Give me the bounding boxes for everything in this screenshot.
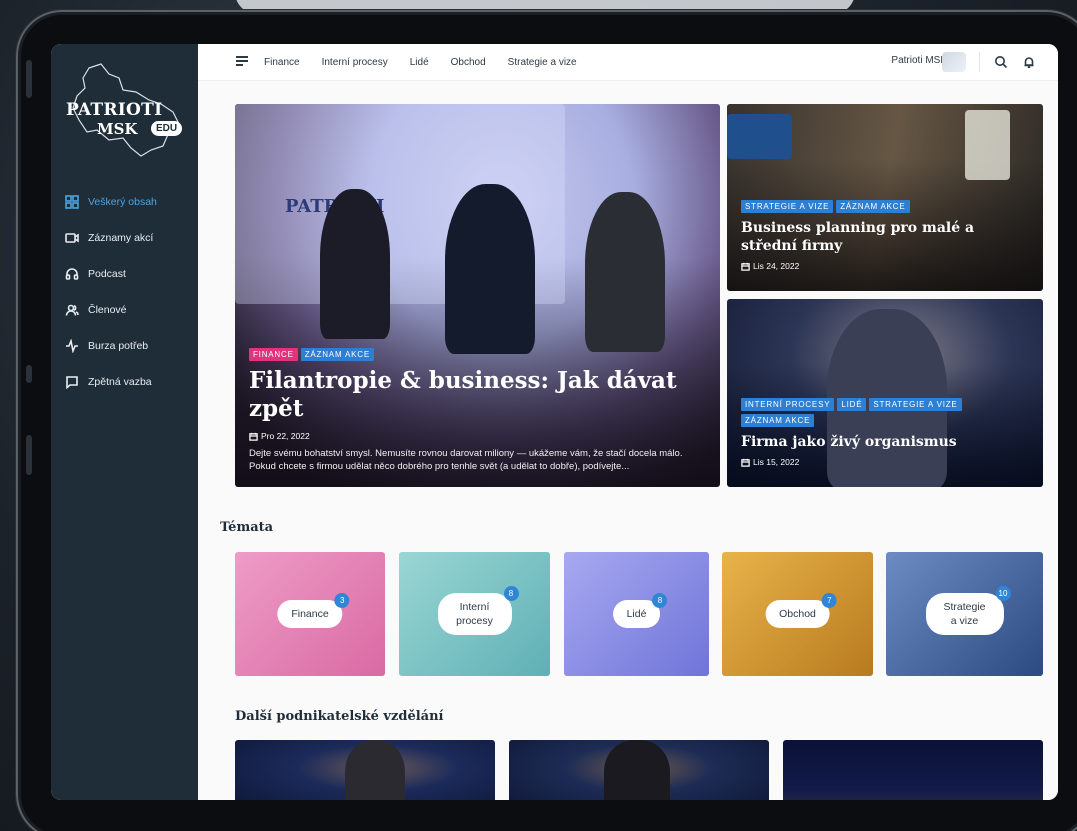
article-date: Pro 22, 2022 (249, 431, 706, 441)
article-title[interactable]: Filantropie & business: Jak dávat zpět (249, 367, 706, 423)
divider (979, 52, 980, 72)
message-icon (65, 375, 79, 389)
sidebar-item-label: Veškerý obsah (88, 196, 157, 208)
speaker-photo (445, 184, 535, 354)
top-bar: Finance Interní procesy Lidé Obchod Stra… (198, 44, 1058, 81)
featured-article-side-2[interactable]: INTERNÍ PROCESY LIDÉ STRATEGIE A VIZE ZÁ… (727, 299, 1043, 487)
featured-article-content: STRATEGIE A VIZE ZÁZNAM AKCE Business pl… (741, 200, 1029, 277)
tag-list: INTERNÍ PROCESY LIDÉ STRATEGIE A VIZE ZÁ… (741, 398, 1029, 427)
sidebar-item-label: Podcast (88, 268, 126, 280)
tag-list: STRATEGIE A VIZE ZÁZNAM AKCE (741, 200, 1029, 213)
topic-card-finance[interactable]: Finance 3 (235, 552, 385, 676)
rollup-banner (965, 110, 1010, 180)
topic-card-strategy[interactable]: Strategie a vize 10 (886, 552, 1043, 676)
further-card-1[interactable] (235, 740, 495, 800)
top-nav-business[interactable]: Obchod (451, 57, 486, 68)
sidebar-item-event-recordings[interactable]: Záznamy akcí (51, 220, 198, 256)
further-card-3[interactable] (783, 740, 1043, 800)
topic-card-business[interactable]: Obchod 7 (722, 552, 873, 676)
grid-icon (65, 195, 79, 209)
sidebar-item-needs-exchange[interactable]: Burza potřeb (51, 328, 198, 364)
top-nav-people[interactable]: Lidé (410, 57, 429, 68)
topic-label: Interní procesy 8 (437, 586, 519, 635)
side-sensor (26, 365, 32, 383)
further-education-heading: Další podnikatelské vzdělání (235, 709, 444, 724)
article-title[interactable]: Firma jako živý organismus (741, 433, 1029, 451)
topic-card-internal-processes[interactable]: Interní procesy 8 (399, 552, 550, 676)
featured-article-content: INTERNÍ PROCESY LIDÉ STRATEGIE A VIZE ZÁ… (741, 398, 1029, 473)
tag-strategy[interactable]: STRATEGIE A VIZE (869, 398, 962, 411)
top-nav-finance[interactable]: Finance (264, 57, 300, 68)
speaker-photo (604, 740, 670, 800)
top-nav: Finance Interní procesy Lidé Obchod Stra… (264, 57, 599, 68)
user-name: Patrioti MSK (891, 55, 947, 66)
tag-event-record[interactable]: ZÁZNAM AKCE (741, 414, 815, 427)
topic-count-badge: 3 (334, 593, 350, 608)
topic-count-badge: 7 (821, 593, 837, 608)
further-card-2[interactable] (509, 740, 769, 800)
calendar-icon (249, 432, 258, 441)
article-excerpt: Dejte svému bohatství smysl. Nemusíte ro… (249, 448, 683, 472)
side-button (26, 435, 32, 475)
featured-article-side-1[interactable]: STRATEGIE A VIZE ZÁZNAM AKCE Business pl… (727, 104, 1043, 291)
main-content: Finance Interní procesy Lidé Obchod Stra… (198, 44, 1058, 800)
topic-card-people[interactable]: Lidé 8 (564, 552, 709, 676)
sidebar-item-label: Členové (88, 304, 127, 316)
users-icon (65, 303, 79, 317)
tag-people[interactable]: LIDÉ (837, 398, 867, 411)
sidebar-item-members[interactable]: Členové (51, 292, 198, 328)
top-nav-strategy[interactable]: Strategie a vize (508, 57, 577, 68)
avatar[interactable] (942, 52, 966, 72)
featured-article-content: FINANCE ZÁZNAM AKCE Filantropie & busine… (249, 348, 706, 473)
video-camera-icon (65, 231, 79, 245)
presentation-screen (727, 114, 792, 159)
tag-strategy[interactable]: STRATEGIE A VIZE (741, 200, 834, 213)
sidebar-item-podcast[interactable]: Podcast (51, 256, 198, 292)
tag-list: FINANCE ZÁZNAM AKCE (249, 348, 706, 361)
featured-article-main[interactable]: PATRIOTI FINANCE ZÁZNAM AKCE Filantropie… (235, 104, 720, 487)
topic-count-badge: 10 (995, 586, 1011, 601)
tag-event-record[interactable]: ZÁZNAM AKCE (836, 200, 910, 213)
bell-icon[interactable] (1022, 55, 1036, 69)
sidebar-item-feedback[interactable]: Zpětná vazba (51, 364, 198, 400)
app-screen: PATRIOTI MSK EDU Veškerý obsah Záznamy a… (51, 44, 1058, 800)
top-nav-internal-processes[interactable]: Interní procesy (322, 57, 388, 68)
sidebar-item-label: Burza potřeb (88, 340, 149, 352)
topics-grid: Finance 3 Interní procesy 8 Lidé 8 Obcho… (235, 552, 1043, 676)
sidebar-item-label: Záznamy akcí (88, 232, 154, 244)
activity-icon (65, 339, 79, 353)
speaker-photo (320, 189, 390, 339)
topics-heading: Témata (220, 520, 274, 535)
topic-label: Strategie a vize 10 (925, 586, 1011, 635)
calendar-icon (741, 458, 750, 467)
tag-event-record[interactable]: ZÁZNAM AKCE (300, 348, 374, 361)
tag-internal-processes[interactable]: INTERNÍ PROCESY (741, 398, 835, 411)
article-date: Lis 24, 2022 (741, 261, 1029, 271)
topic-label: Finance 3 (277, 593, 350, 628)
search-icon[interactable] (994, 55, 1008, 69)
article-date: Lis 15, 2022 (741, 457, 1029, 467)
article-title[interactable]: Business planning pro malé a střední fir… (741, 219, 1029, 255)
speaker-photo (585, 192, 665, 352)
topic-label: Lidé 8 (612, 593, 668, 628)
topic-label: Obchod 7 (765, 593, 837, 628)
calendar-icon (741, 262, 750, 271)
topic-count-badge: 8 (503, 586, 519, 601)
topic-count-badge: 8 (652, 593, 668, 608)
sidebar-item-all-content[interactable]: Veškerý obsah (51, 184, 198, 220)
logo[interactable]: PATRIOTI MSK EDU (61, 60, 189, 160)
headphones-icon (65, 267, 79, 281)
menu-icon[interactable] (236, 56, 248, 66)
tag-finance[interactable]: FINANCE (249, 348, 298, 361)
logo-subtitle: MSK (97, 120, 138, 138)
speaker-photo (345, 740, 405, 800)
volume-button (26, 60, 32, 98)
logo-edu-badge: EDU (151, 121, 183, 136)
sidebar-item-label: Zpětná vazba (88, 376, 152, 388)
sidebar-nav: Veškerý obsah Záznamy akcí Podcast Členo… (51, 184, 198, 400)
logo-title: PATRIOTI (66, 100, 163, 120)
sidebar: PATRIOTI MSK EDU Veškerý obsah Záznamy a… (51, 44, 198, 800)
